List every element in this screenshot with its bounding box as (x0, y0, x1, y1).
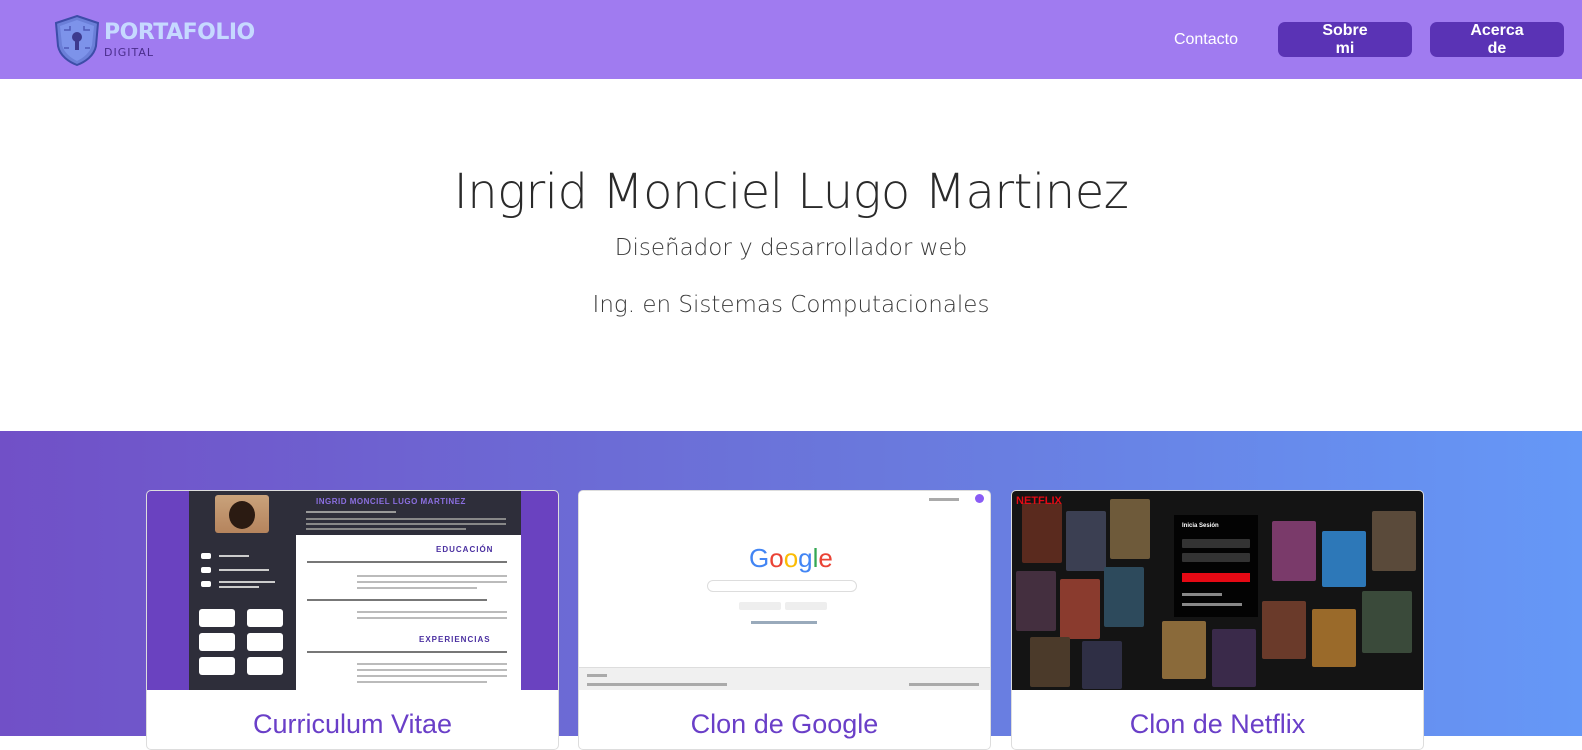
shield-lock-icon (54, 14, 100, 66)
google-logo: Google (749, 543, 833, 573)
cv-text-line (219, 555, 249, 557)
cv-text-line (307, 651, 507, 653)
cv-contact-icon (201, 567, 211, 573)
cv-text-line (357, 663, 507, 665)
google-top-links (929, 498, 959, 501)
cv-header: INGRID MONCIEL LUGO MARTINEZ (296, 491, 521, 535)
hero-role: Diseñador y desarrollador web (614, 235, 968, 261)
nav-links: Contacto Sobre mi Acerca de (1174, 22, 1564, 57)
project-card-netflix[interactable]: NETFLIX Inicia Sesión Clon de Netflix (1011, 490, 1424, 750)
cv-text-line (357, 581, 507, 583)
poster-tile (1272, 521, 1316, 581)
google-search-input (707, 580, 857, 592)
poster-tile (1082, 641, 1122, 689)
poster-tile (1162, 621, 1206, 679)
netflix-password-field (1182, 553, 1250, 562)
poster-tile (1022, 503, 1062, 563)
cv-page-image: INGRID MONCIEL LUGO MARTINEZ EDUCACIÓN E… (189, 491, 521, 690)
google-footer-link (909, 683, 979, 686)
cv-text-line (219, 586, 259, 588)
poster-tile (1262, 601, 1306, 659)
hero-section: Ingrid Monciel Lugo Martinez Diseñador y… (0, 79, 1582, 431)
poster-tile (1104, 567, 1144, 627)
cv-contact-icon (201, 553, 211, 559)
project-card-google[interactable]: Google Clon de Google (578, 490, 991, 750)
cv-section-education: EDUCACIÓN (436, 545, 494, 554)
netflix-remember-line (1182, 593, 1222, 596)
google-search-button (739, 602, 781, 610)
cv-text-line (357, 669, 507, 671)
cv-contact-icon (201, 581, 211, 587)
avatar (975, 494, 984, 503)
netflix-login-button (1182, 573, 1250, 582)
google-language-line (751, 621, 817, 624)
cv-skill-badge (199, 609, 235, 627)
cv-text-line (219, 581, 275, 583)
project-title-netflix[interactable]: Clon de Netflix (1012, 709, 1423, 740)
netflix-login-title: Inicia Sesión (1182, 523, 1219, 529)
google-lucky-button (785, 602, 827, 610)
cv-text-line (307, 561, 507, 563)
google-footer-link (587, 683, 727, 686)
cv-thumbnail[interactable]: INGRID MONCIEL LUGO MARTINEZ EDUCACIÓN E… (147, 491, 558, 690)
cv-text-line (357, 675, 507, 677)
cv-text-line (307, 599, 487, 601)
poster-tile (1372, 511, 1416, 571)
project-card-cv[interactable]: INGRID MONCIEL LUGO MARTINEZ EDUCACIÓN E… (146, 490, 559, 750)
cv-text-line (306, 528, 466, 530)
cv-text-line (219, 569, 269, 571)
cv-skill-badge (247, 633, 283, 651)
cv-skill-badge (199, 657, 235, 675)
cv-text-line (306, 518, 506, 520)
cv-text-line (306, 511, 396, 513)
poster-tile (1362, 591, 1412, 653)
cv-text-line (306, 523, 506, 525)
cv-sidebar (189, 491, 296, 690)
google-thumbnail[interactable]: Google (579, 491, 990, 690)
contact-link[interactable]: Contacto (1174, 31, 1238, 49)
poster-tile (1212, 629, 1256, 687)
cv-text-line (357, 681, 487, 683)
poster-tile (1016, 571, 1056, 631)
netflix-login-box: Inicia Sesión (1174, 515, 1258, 617)
project-title-google[interactable]: Clon de Google (579, 709, 990, 740)
poster-tile (1030, 637, 1070, 687)
project-title-cv[interactable]: Curriculum Vitae (147, 709, 558, 740)
netflix-email-field (1182, 539, 1250, 548)
projects-section: INGRID MONCIEL LUGO MARTINEZ EDUCACIÓN E… (0, 431, 1582, 750)
brand-title: PORTAFOLIO (104, 19, 255, 45)
poster-tile (1066, 511, 1106, 571)
cv-skill-badge (247, 609, 283, 627)
poster-tile (1312, 609, 1356, 667)
cv-skill-badge (199, 633, 235, 651)
netflix-thumbnail[interactable]: NETFLIX Inicia Sesión (1012, 491, 1423, 690)
google-footer (579, 667, 990, 690)
netflix-logo: NETFLIX (1016, 495, 1062, 507)
brand-subtitle: DIGITAL (104, 45, 155, 59)
poster-tile (1322, 531, 1366, 587)
brand-logo[interactable]: PORTAFOLIO DIGITAL (52, 14, 255, 66)
cv-text-line (357, 617, 507, 619)
cv-name: INGRID MONCIEL LUGO MARTINEZ (316, 497, 466, 506)
cv-section-experience: EXPERIENCIAS (419, 635, 491, 644)
cv-text-line (357, 587, 477, 589)
about-button[interactable]: Acerca de (1430, 22, 1564, 57)
poster-tile (1060, 579, 1100, 639)
about-me-button[interactable]: Sobre mi (1278, 22, 1412, 57)
hero-name: Ingrid Monciel Lugo Martinez (453, 164, 1129, 220)
google-footer-link (587, 674, 607, 677)
navbar: PORTAFOLIO DIGITAL Contacto Sobre mi Ace… (0, 0, 1582, 79)
cv-text-line (357, 611, 507, 613)
cv-photo (215, 495, 269, 533)
poster-tile (1110, 499, 1150, 559)
cv-skill-badge (247, 657, 283, 675)
cv-text-line (357, 575, 507, 577)
hero-degree: Ing. en Sistemas Computacionales (592, 292, 990, 318)
netflix-signup-line (1182, 603, 1242, 606)
